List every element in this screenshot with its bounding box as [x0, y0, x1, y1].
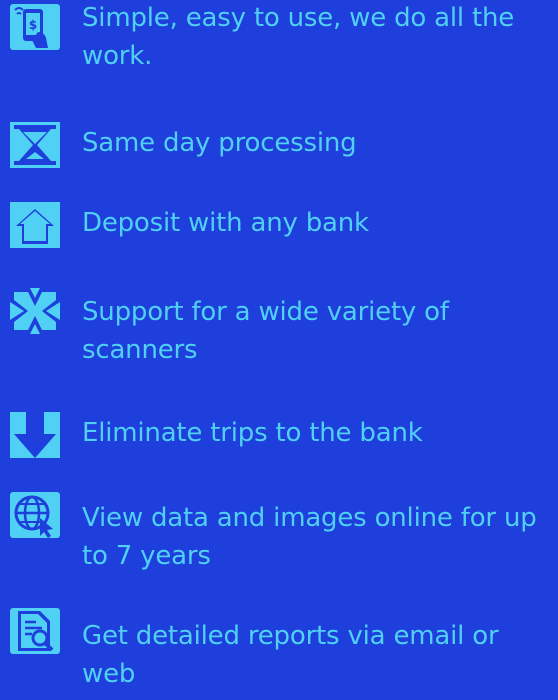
feature-label: Support for a wide variety of scanners [82, 297, 449, 365]
home-icon [8, 200, 62, 250]
feature-label: Deposit with any bank [82, 208, 369, 238]
mobile-deposit-icon: $ [8, 2, 62, 52]
globe-cursor-icon [8, 490, 62, 540]
hourglass-icon [8, 120, 62, 170]
feature-label: Get detailed reports via email or web [82, 621, 499, 689]
report-search-icon [8, 606, 62, 656]
down-arrow-icon [8, 410, 62, 460]
feature-item-scanners: Support for a wide variety of scanners [0, 284, 558, 379]
feature-item-any-bank: Deposit with any bank [0, 198, 558, 258]
feature-label: View data and images online for up to 7 … [82, 503, 537, 571]
scanner-arrows-icon [8, 286, 62, 336]
feature-label: Simple, easy to use, we do all the work. [82, 3, 515, 71]
svg-text:$: $ [29, 18, 37, 32]
feature-label: Eliminate trips to the bank [82, 418, 423, 448]
feature-item-eliminate-trips: Eliminate trips to the bank [0, 408, 558, 468]
feature-list: $ Simple, easy to use, we do all the wor… [0, 0, 558, 700]
feature-item-view-data: View data and images online for up to 7 … [0, 488, 558, 588]
feature-item-reports: Get detailed reports via email or web [0, 604, 558, 700]
feature-label: Same day processing [82, 128, 357, 158]
feature-item-simple: $ Simple, easy to use, we do all the wor… [0, 0, 558, 110]
feature-item-same-day: Same day processing [0, 118, 558, 178]
